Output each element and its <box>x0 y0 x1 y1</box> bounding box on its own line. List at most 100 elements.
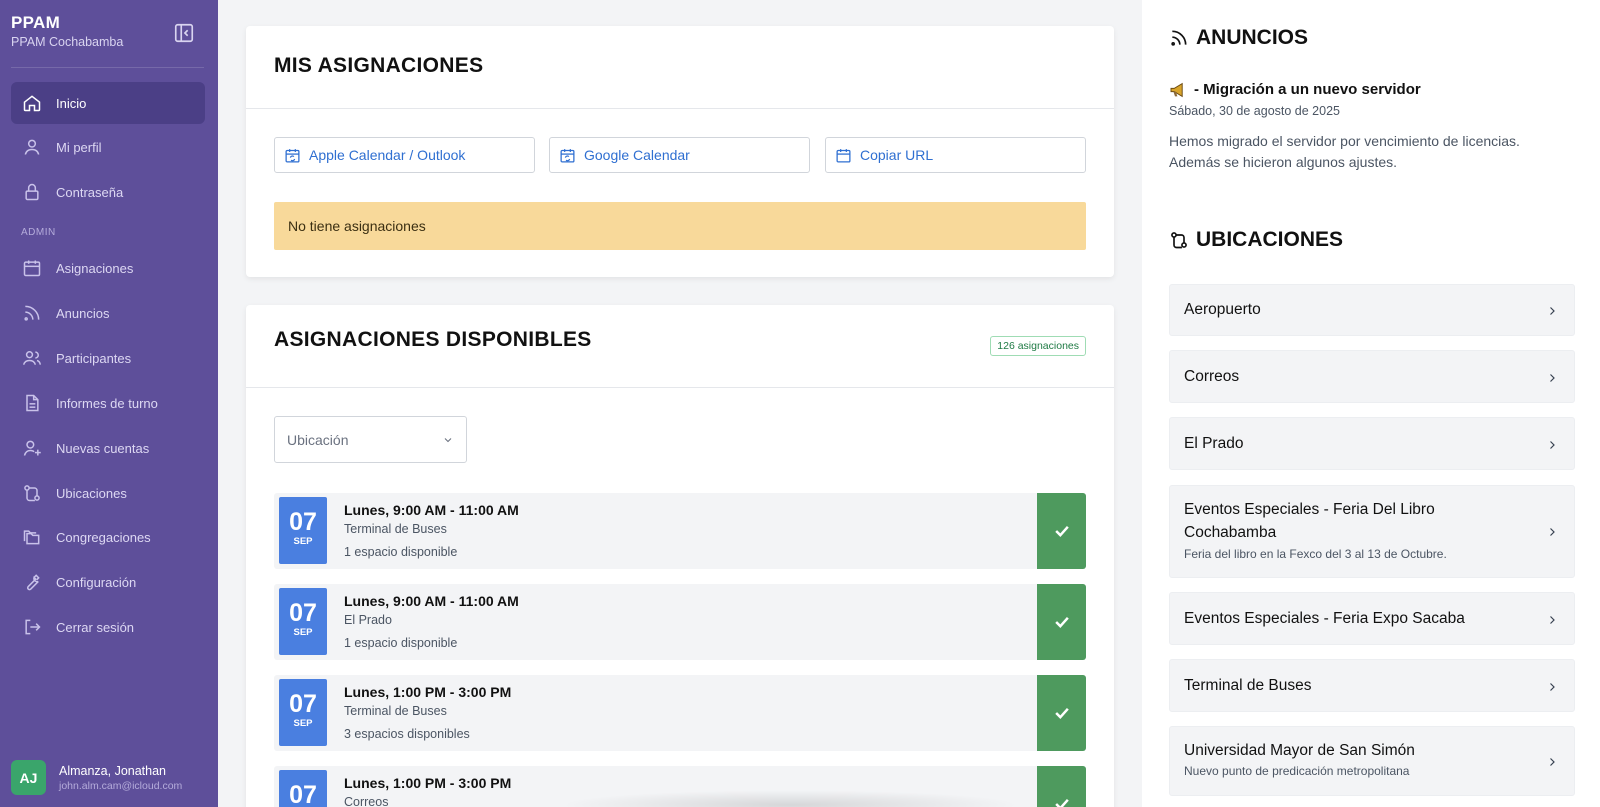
ubicaciones-heading: UBICACIONES <box>1169 228 1343 252</box>
chevron-right-icon <box>1550 374 1555 382</box>
sidebar-item-cerrar-sesion[interactable]: Cerrar sesión <box>11 606 205 648</box>
date-box: 07 <box>279 770 327 807</box>
rss-icon <box>1171 30 1187 46</box>
list-item: 07 Lunes, 1:00 PM - 3:00 PM Correos <box>274 766 1086 807</box>
date-day: 07 <box>289 690 317 718</box>
date-month: SEP <box>293 718 313 729</box>
calendar-icon <box>836 148 851 163</box>
location-item[interactable]: Eventos Especiales - Feria Del Libro Coc… <box>1169 485 1575 578</box>
megaphone-icon <box>1170 82 1183 97</box>
sidebar-item-label: Configuración <box>56 574 137 590</box>
check-icon <box>1054 798 1069 807</box>
sidebar-item-label: Informes de turno <box>56 395 158 411</box>
announcement-title: - Migración a un nuevo servidor <box>1169 81 1421 98</box>
location-item[interactable]: Aeropuerto <box>1169 284 1575 336</box>
folders-icon <box>21 526 43 548</box>
lock-icon <box>21 181 43 203</box>
slot-availability: 3 espacios disponibles <box>344 727 470 741</box>
slot-time: Lunes, 9:00 AM - 11:00 AM <box>344 502 519 518</box>
accept-button[interactable] <box>1037 493 1086 569</box>
location-filter-select[interactable]: Ubicación <box>274 416 467 463</box>
slot-location: Correos <box>344 795 389 807</box>
date-box: 07 SEP <box>279 588 327 655</box>
location-name: Correos <box>1184 368 1240 385</box>
location-name: Terminal de Buses <box>1184 677 1312 694</box>
accept-button[interactable] <box>1037 584 1086 660</box>
sidebar-item-ubicaciones[interactable]: Ubicaciones <box>11 472 205 514</box>
date-day: 07 <box>289 599 317 627</box>
location-name: Universidad Mayor de San Simón <box>1184 742 1415 759</box>
accept-button[interactable] <box>1037 675 1086 751</box>
sidebar-item-label: Nuevas cuentas <box>56 440 150 456</box>
list-item: 07 SEP Lunes, 9:00 AM - 11:00 AM Termina… <box>274 493 1086 569</box>
location-item[interactable]: Eventos Especiales - Feria Expo Sacaba <box>1169 592 1575 645</box>
location-item[interactable]: Terminal de Buses <box>1169 659 1575 712</box>
sidebar-item-label: Asignaciones <box>56 260 134 276</box>
users-icon <box>21 347 43 369</box>
date-box: 07 SEP <box>279 679 327 746</box>
location-filter-value: Ubicación <box>287 431 349 448</box>
sidebar: PPAM PPAM Cochabamba Inicio Mi perfil Co… <box>0 0 218 807</box>
sidebar-item-congregaciones[interactable]: Congregaciones <box>11 516 205 558</box>
announcement-date: Sábado, 30 de agosto de 2025 <box>1169 104 1340 118</box>
slot-time: Lunes, 1:00 PM - 3:00 PM <box>344 775 512 791</box>
apple-calendar-button[interactable]: Apple Calendar / Outlook <box>274 137 535 173</box>
asignaciones-disponibles-card: ASIGNACIONES DISPONIBLES 126 asignacione… <box>246 305 1114 807</box>
announcement-body: Hemos migrado el servidor por vencimient… <box>1169 133 1520 170</box>
check-icon <box>1054 525 1069 537</box>
card-divider <box>246 108 1114 109</box>
chevron-down-icon <box>444 438 452 443</box>
user-name: Almanza, Jonathan <box>59 763 167 778</box>
sidebar-item-participantes[interactable]: Participantes <box>11 337 205 379</box>
empty-assignments-alert: No tiene asignaciones <box>274 202 1086 250</box>
brand: PPAM PPAM Cochabamba <box>11 13 123 49</box>
slot-availability: 1 espacio disponible <box>344 545 458 559</box>
apple-calendar-label: Apple Calendar / Outlook <box>309 147 466 163</box>
sidebar-item-contrasena[interactable]: Contraseña <box>11 171 205 213</box>
document-icon <box>21 392 43 414</box>
sidebar-item-label: Contraseña <box>56 184 124 200</box>
copy-url-button[interactable]: Copiar URL <box>825 137 1086 173</box>
location-name: Eventos Especiales - Feria Del Libro Coc… <box>1184 501 1435 541</box>
accept-button[interactable] <box>1037 766 1086 807</box>
slot-location: El Prado <box>344 613 392 627</box>
sidebar-item-label: Mi perfil <box>56 139 102 155</box>
sidebar-item-inicio[interactable]: Inicio <box>11 82 205 124</box>
list-item: 07 SEP Lunes, 1:00 PM - 3:00 PM Terminal… <box>274 675 1086 751</box>
sidebar-item-label: Cerrar sesión <box>56 619 135 635</box>
list-item: 07 SEP Lunes, 9:00 AM - 11:00 AM El Prad… <box>274 584 1086 660</box>
collapse-sidebar-icon[interactable] <box>173 22 195 44</box>
user-profile[interactable]: AJ Almanza, Jonathan john.alm.cam@icloud… <box>11 760 182 795</box>
logout-icon <box>21 616 43 638</box>
slot-time: Lunes, 1:00 PM - 3:00 PM <box>344 684 512 700</box>
check-icon <box>1054 707 1069 719</box>
sidebar-item-anuncios[interactable]: Anuncios <box>11 292 205 334</box>
user-email: john.alm.cam@icloud.com <box>59 779 183 792</box>
sidebar-item-mi-perfil[interactable]: Mi perfil <box>11 126 205 168</box>
location-description: Nuevo punto de predicación metropolitana <box>1184 764 1410 778</box>
location-item[interactable]: El Prado <box>1169 417 1575 470</box>
location-description: Feria del libro en la Fexco del 3 al 13 … <box>1184 547 1447 561</box>
date-box: 07 SEP <box>279 497 327 564</box>
date-day: 07 <box>289 781 317 807</box>
mis-asignaciones-title: MIS ASIGNACIONES <box>274 54 484 77</box>
sidebar-item-informes[interactable]: Informes de turno <box>11 382 205 424</box>
chevron-right-icon <box>1550 307 1555 315</box>
user-plus-icon <box>21 437 43 459</box>
location-item[interactable]: Correos <box>1169 350 1575 403</box>
location-item[interactable]: Universidad Mayor de San Simón Nuevo pun… <box>1169 726 1575 796</box>
date-month: SEP <box>293 536 313 547</box>
mis-asignaciones-card: MIS ASIGNACIONES Apple Calendar / Outloo… <box>246 26 1114 277</box>
sidebar-item-label: Ubicaciones <box>56 485 127 501</box>
sidebar-item-configuracion[interactable]: Configuración <box>11 561 205 603</box>
check-icon <box>1054 616 1069 628</box>
location-name: Aeropuerto <box>1184 301 1261 318</box>
calendar-sync-icon <box>285 148 300 163</box>
sidebar-item-asignaciones[interactable]: Asignaciones <box>11 247 205 289</box>
google-calendar-button[interactable]: Google Calendar <box>549 137 810 173</box>
announcement-title-text: - Migración a un nuevo servidor <box>1194 81 1421 98</box>
sidebar-item-nuevas-cuentas[interactable]: Nuevas cuentas <box>11 427 205 469</box>
count-badge: 126 asignaciones <box>990 336 1086 356</box>
anuncios-heading: ANUNCIOS <box>1169 26 1308 50</box>
home-icon <box>21 92 43 114</box>
